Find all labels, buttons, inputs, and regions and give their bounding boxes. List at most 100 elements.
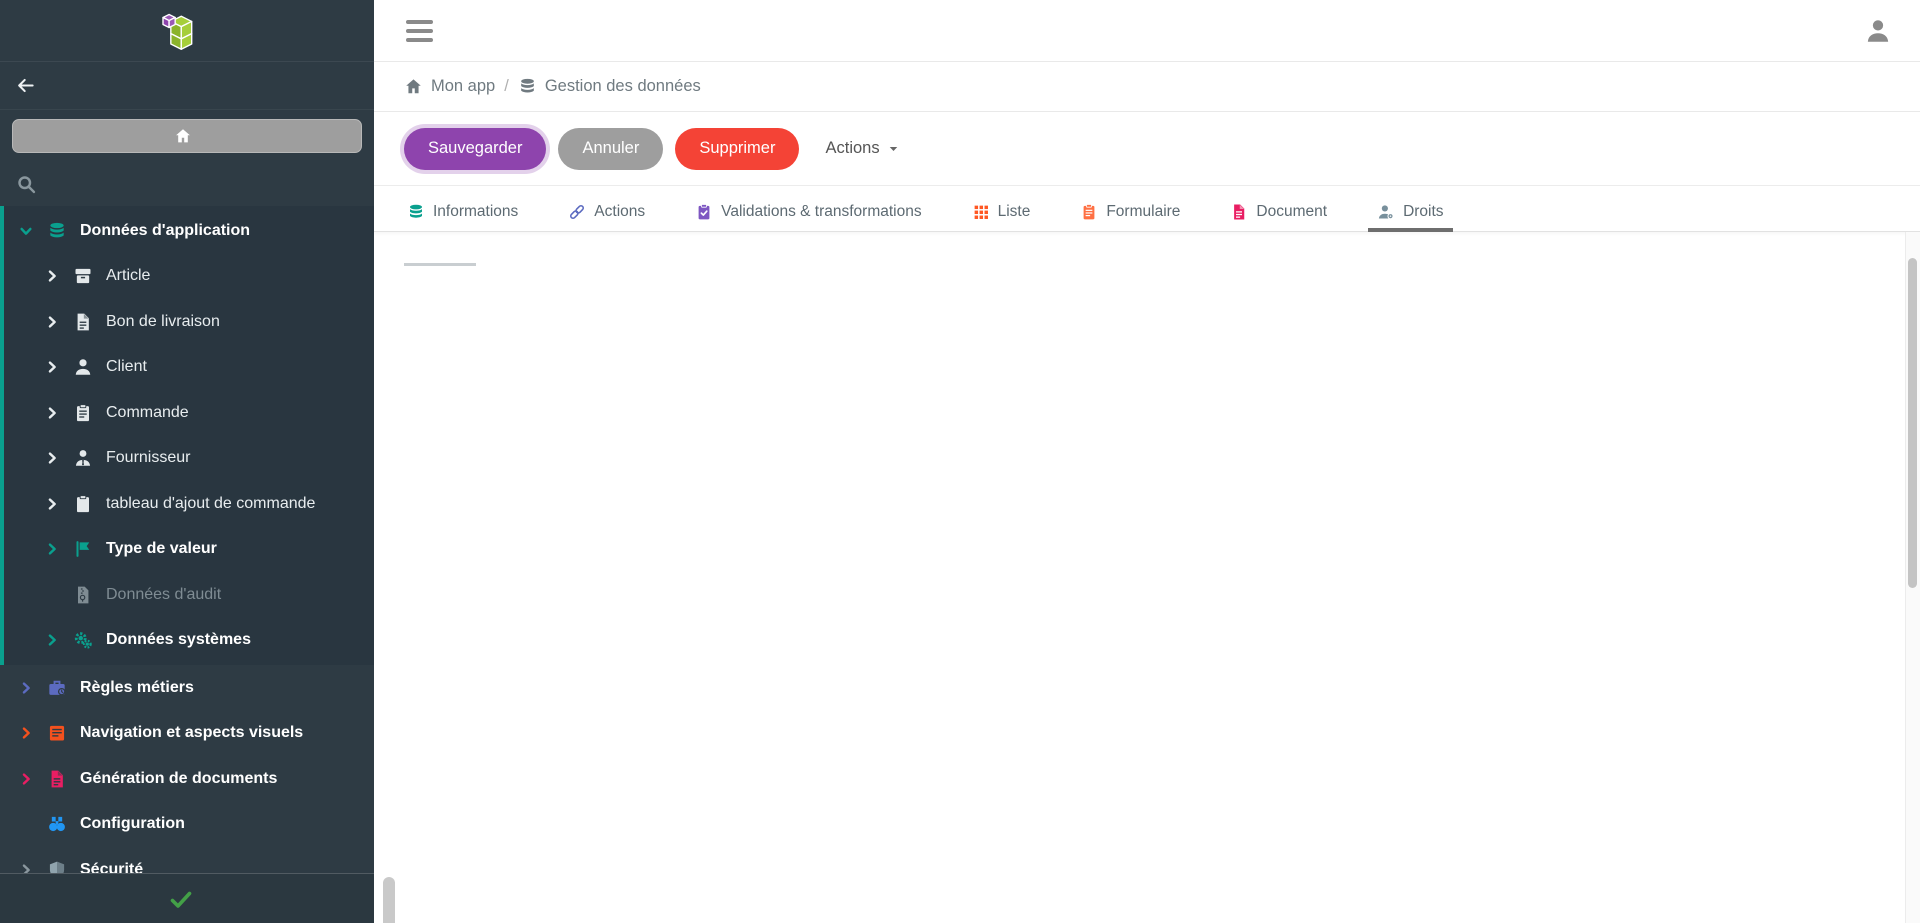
arrow-left-icon: [16, 76, 35, 95]
chevron-slot: [44, 542, 60, 556]
file-icon: [73, 312, 93, 332]
sidebar-item-fournisseur[interactable]: Fournisseur: [4, 436, 374, 482]
sidebar-item-label: Règles métiers: [80, 679, 194, 697]
chevron-right-icon: [45, 315, 59, 329]
tab-label: Document: [1256, 203, 1327, 221]
breadcrumb-mon-app[interactable]: Mon app: [404, 77, 495, 96]
sidebar-item-label: Données systèmes: [106, 631, 251, 649]
sidebar-item-navigation-et-aspects-visuels[interactable]: Navigation et aspects visuels: [0, 711, 374, 757]
user-menu[interactable]: [1864, 17, 1900, 45]
link-icon: [568, 203, 586, 221]
sidebar-search-input[interactable]: [49, 175, 349, 194]
chevron-slot: [44, 633, 60, 647]
vertical-scrollbar[interactable]: [1905, 232, 1920, 923]
chevron-right-icon: [45, 269, 59, 283]
sidebar-item-label: Article: [106, 267, 150, 285]
sidebar-scrollbar-thumb[interactable]: [383, 877, 395, 923]
scrollbar-thumb[interactable]: [1908, 258, 1917, 588]
menu-toggle-button[interactable]: [404, 16, 435, 46]
person-icon: [73, 357, 93, 377]
actions-label: Actions: [825, 139, 879, 158]
sidebar-item-article[interactable]: Article: [4, 254, 374, 300]
supprimer-button[interactable]: Supprimer: [675, 128, 799, 170]
flag-icon: [73, 539, 93, 559]
sidebar-item-client[interactable]: Client: [4, 345, 374, 391]
title-underline: [404, 263, 476, 266]
chevron-right-icon: [45, 497, 59, 511]
service-status[interactable]: [0, 873, 374, 923]
tab-liste[interactable]: Liste: [969, 192, 1034, 232]
sidebar-item-label: Type de valeur: [106, 540, 217, 558]
sidebar-item-label: Données d'application: [80, 222, 250, 240]
sidebar-item-label: Commande: [106, 404, 189, 422]
tab-bar: Informations Actions Validations & transfo…: [374, 186, 1920, 232]
clipboard-check-icon: [695, 203, 713, 221]
chevron-right-icon: [19, 681, 33, 695]
chevron-slot: [18, 224, 34, 238]
sidebar-item-regles-metiers[interactable]: Règles métiers: [0, 665, 374, 711]
main-area: Mon app / Gestion des données Sauvegarder A…: [374, 0, 1920, 923]
app-logo[interactable]: [0, 0, 374, 62]
person-tie-icon: [73, 448, 93, 468]
tab-document[interactable]: Document: [1227, 192, 1330, 232]
list-alt-icon: [47, 723, 67, 743]
breadcrumb-label: Mon app: [431, 77, 495, 96]
rights-panel: [374, 232, 1920, 266]
sidebar-item-configuration[interactable]: Configuration: [0, 802, 374, 848]
sidebar-item-bon-de-livraison[interactable]: Bon de livraison: [4, 299, 374, 345]
app-home-button[interactable]: [12, 119, 362, 153]
chevron-right-icon: [45, 633, 59, 647]
sidebar-item-donnees-d-application[interactable]: Données d'application: [4, 208, 374, 254]
check-icon: [169, 887, 193, 911]
sidebar-item-donnees-d-audit[interactable]: Données d'audit: [4, 572, 374, 618]
search-icon: [16, 174, 37, 195]
clipboard-icon: [73, 494, 93, 514]
tab-informations[interactable]: Informations: [404, 192, 521, 232]
sidebar-item-label: Fournisseur: [106, 449, 190, 467]
sidebar-item-label: Données d'audit: [106, 586, 221, 604]
breadcrumb: Mon app / Gestion des données: [374, 62, 1920, 112]
tab-label: Validations & transformations: [721, 203, 921, 221]
gears-icon: [73, 630, 93, 650]
tab-actions[interactable]: Actions: [565, 192, 648, 232]
sidebar-item-label: Client: [106, 358, 147, 376]
sidebar-item-donnees-systemes[interactable]: Données systèmes: [4, 618, 374, 664]
chevron-right-icon: [19, 772, 33, 786]
doc-gen-icon: [47, 769, 67, 789]
breadcrumb-separator: /: [504, 77, 509, 96]
chevron-slot: [44, 406, 60, 420]
tab-droits[interactable]: Droits: [1374, 192, 1446, 232]
breadcrumb-gestion-des-donnees[interactable]: Gestion des données: [518, 77, 701, 96]
sidebar-tree-application-data: Données d'application Article Bon de livra…: [0, 206, 374, 665]
tab-validations-transformations[interactable]: Validations & transformations: [692, 192, 924, 232]
chevron-slot: [44, 269, 60, 283]
sidebar-item-generation-de-documents[interactable]: Génération de documents: [0, 756, 374, 802]
annuler-button[interactable]: Annuler: [558, 128, 663, 170]
chevron-slot: [44, 451, 60, 465]
chevron-slot: [44, 315, 60, 329]
home-icon: [174, 127, 192, 145]
tab-label: Actions: [594, 203, 645, 221]
briefcase-icon: [47, 678, 67, 698]
chevron-right-icon: [45, 451, 59, 465]
sidebar-item-tableau-d-ajout-de-commande[interactable]: tableau d'ajout de commande: [4, 481, 374, 527]
actions-dropdown[interactable]: Actions: [825, 139, 900, 158]
sidebar-item-label: tableau d'ajout de commande: [106, 495, 315, 513]
breadcrumb-label: Gestion des données: [545, 77, 701, 96]
sidebar-item-type-de-valeur[interactable]: Type de valeur: [4, 527, 374, 573]
tab-formulaire[interactable]: Formulaire: [1077, 192, 1183, 232]
sidebar-item-commande[interactable]: Commande: [4, 390, 374, 436]
sauvegarder-button[interactable]: Sauvegarder: [404, 128, 546, 170]
sidebar-item-label: Bon de livraison: [106, 313, 220, 331]
topbar: [374, 0, 1920, 62]
cubes-logo-icon: [162, 11, 204, 51]
home-icon: [404, 77, 423, 96]
box-icon: [73, 266, 93, 286]
person-key-icon: [1377, 203, 1395, 221]
chevron-right-icon: [45, 542, 59, 556]
database-icon: [47, 221, 67, 241]
chevron-slot: [18, 772, 34, 786]
chevron-right-icon: [45, 360, 59, 374]
tab-label: Formulaire: [1106, 203, 1180, 221]
back-to-apps-link[interactable]: [0, 62, 374, 110]
